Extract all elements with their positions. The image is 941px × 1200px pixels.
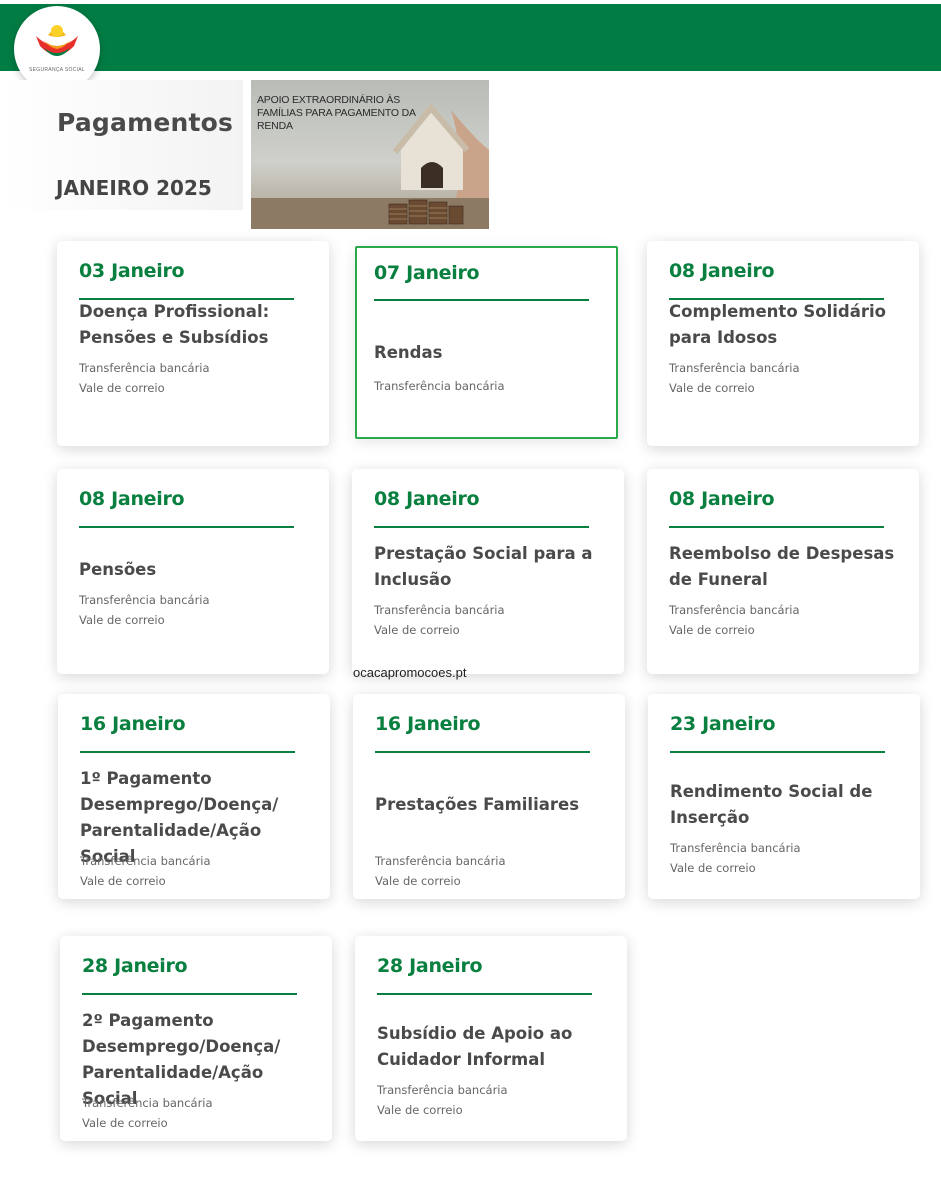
date-divider <box>374 299 589 301</box>
payment-card[interactable]: 16 Janeiro 1º Pagamento Desemprego/Doença… <box>58 694 330 899</box>
payment-date: 23 Janeiro <box>670 713 776 735</box>
seguranca-social-logo-icon <box>36 25 78 56</box>
date-divider <box>374 526 589 528</box>
payment-date: 07 Janeiro <box>374 262 480 284</box>
banner-text: Apoio Extraordinário às Famílias para Pa… <box>257 94 416 132</box>
payment-method: Vale de correio <box>374 623 460 637</box>
payment-card[interactable]: 03 Janeiro Doença Profissional: Pensões e… <box>57 241 329 446</box>
payment-method: Transferência bancária <box>669 361 800 375</box>
payment-date: 16 Janeiro <box>80 713 186 735</box>
payment-date: 08 Janeiro <box>669 260 775 282</box>
payment-method: Transferência bancária <box>79 593 210 607</box>
payment-date: 28 Janeiro <box>82 955 188 977</box>
date-divider <box>377 993 592 995</box>
month-title: JANEIRO 2025 <box>56 176 212 200</box>
payment-title: Prestação Social para a Inclusão <box>374 544 593 589</box>
payment-method: Transferência bancária <box>377 1083 508 1097</box>
payment-date: 08 Janeiro <box>669 488 775 510</box>
payment-date: 08 Janeiro <box>79 488 185 510</box>
payment-card[interactable]: 28 Janeiro 2º Pagamento Desemprego/Doença… <box>60 936 332 1141</box>
payment-title: Complemento Solidário para Idosos <box>669 302 886 347</box>
payment-card[interactable]: 23 Janeiro Rendimento Social de Inserção T… <box>648 694 920 899</box>
payment-title: Pensões <box>79 560 157 579</box>
date-divider <box>82 993 297 995</box>
payment-date: 16 Janeiro <box>375 713 481 735</box>
payment-method: Transferência bancária <box>670 841 801 855</box>
payment-method: Vale de correio <box>377 1103 463 1117</box>
date-divider <box>375 751 590 753</box>
payment-title: Rendimento Social de Inserção <box>670 782 873 827</box>
payment-method: Transferência bancária <box>669 603 800 617</box>
payment-method: Vale de correio <box>80 874 166 888</box>
payment-date: 03 Janeiro <box>79 260 185 282</box>
payment-method: Transferência bancária <box>79 361 210 375</box>
payment-card[interactable]: 08 Janeiro Complemento Solidário para Ido… <box>647 241 919 446</box>
payment-date: 28 Janeiro <box>377 955 483 977</box>
logo-text: SEGURANÇA SOCIAL <box>29 67 85 73</box>
payment-date: 08 Janeiro <box>374 488 480 510</box>
payment-card[interactable]: 16 Janeiro Prestações Familiares Transferê… <box>353 694 625 899</box>
payment-method: Vale de correio <box>669 381 755 395</box>
page-title: Pagamentos <box>57 108 234 137</box>
payment-method: Vale de correio <box>669 623 755 637</box>
date-divider <box>79 526 294 528</box>
payment-title: Subsídio de Apoio ao Cuidador Informal <box>377 1024 573 1069</box>
payment-title: Doença Profissional: Pensões e Subsídios <box>79 302 270 347</box>
payment-method: Vale de correio <box>79 613 165 627</box>
payment-card[interactable]: 08 Janeiro Pensões Transferência bancária V… <box>57 469 329 674</box>
payment-card[interactable]: 08 Janeiro Prestação Social para a Inclus… <box>352 469 624 674</box>
date-divider <box>669 526 884 528</box>
date-divider <box>670 751 885 753</box>
payment-method: Transferência bancária <box>374 379 505 393</box>
payment-method: Vale de correio <box>670 861 756 875</box>
payment-method: Vale de correio <box>82 1116 168 1130</box>
payment-title: Rendas <box>374 343 443 362</box>
payment-method: Transferência bancária <box>374 603 505 617</box>
banner-image[interactable]: Apoio Extraordinário às Famílias para Pa… <box>251 80 489 229</box>
payment-method: Vale de correio <box>79 381 165 395</box>
payment-method: Transferência bancária <box>375 854 506 868</box>
payment-method: Vale de correio <box>375 874 461 888</box>
payment-method: Transferência bancária <box>80 854 211 868</box>
date-divider <box>80 751 295 753</box>
payment-title: Reembolso de Despesas de Funeral <box>669 544 895 589</box>
payment-card[interactable]: 07 Janeiro Rendas Transferência bancária <box>355 246 618 439</box>
header-bar <box>0 4 941 71</box>
payment-method: Transferência bancária <box>82 1096 213 1110</box>
payment-title: Prestações Familiares <box>375 795 580 814</box>
payment-card[interactable]: 28 Janeiro Subsídio de Apoio ao Cuidador … <box>355 936 627 1141</box>
payment-card[interactable]: 08 Janeiro Reembolso de Despesas de Funer… <box>647 469 919 674</box>
watermark: ocacapromocoes.pt <box>353 665 467 680</box>
